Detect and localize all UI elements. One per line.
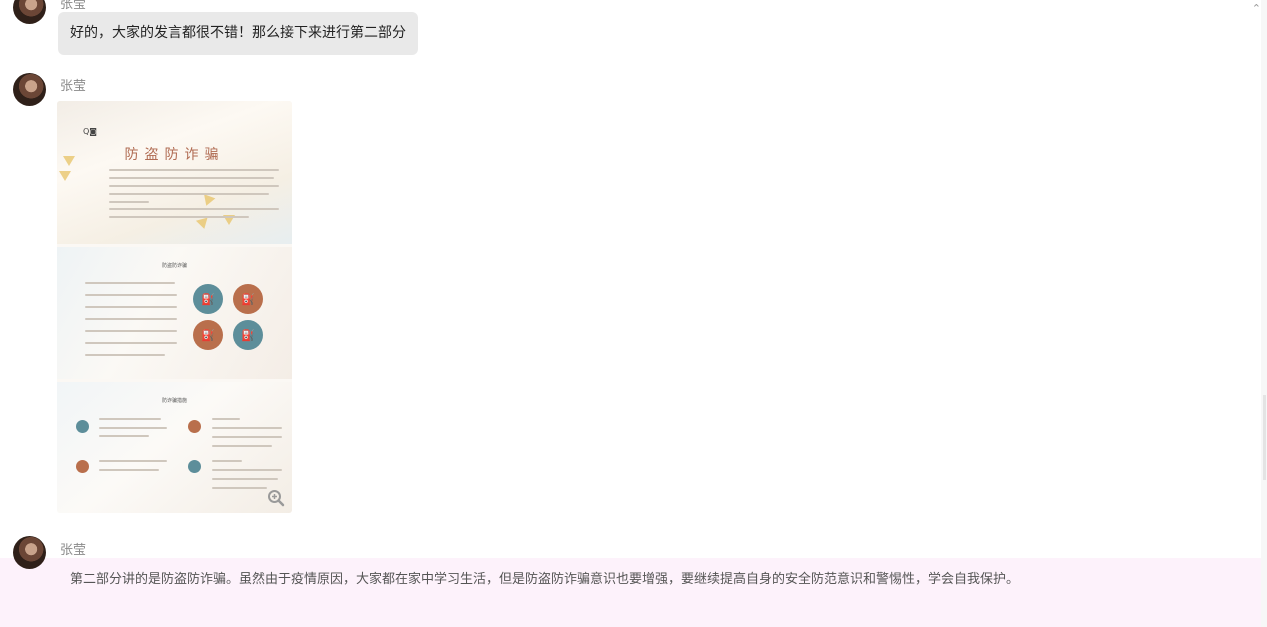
text-line <box>109 177 274 179</box>
text-line <box>85 282 175 284</box>
text-line <box>85 294 177 296</box>
logo-icon: Q◙ <box>83 127 98 136</box>
avatar[interactable] <box>13 0 46 24</box>
slide-2: 防盗防诈骗 ⛽ ⛽ ⛽ ⛽ <box>57 247 292 379</box>
text-line <box>85 330 177 332</box>
scrollbar[interactable] <box>1261 0 1267 627</box>
text-line <box>99 418 161 420</box>
slide-title: 防盗防诈骗 <box>124 147 225 163</box>
slide-3: 防诈骗措施 <box>57 382 292 513</box>
slide-title: 防诈骗措施 <box>161 398 187 404</box>
corner-mark: ⌃ <box>1251 2 1261 15</box>
image-message[interactable]: Q◙ 防盗防诈骗 防盗防诈骗 ⛽ ⛽ ⛽ ⛽ 防诈骗措施 <box>57 101 292 513</box>
text-line <box>85 318 177 320</box>
text-line <box>109 169 279 171</box>
oil-pump-icon: ⛽ <box>193 320 223 350</box>
text-line <box>99 469 159 471</box>
zoom-in-icon[interactable] <box>267 489 285 507</box>
text-line <box>109 208 279 210</box>
triangle-decoration-icon <box>59 171 71 181</box>
oil-pump-icon: ⛽ <box>193 284 223 314</box>
text-line <box>99 460 167 462</box>
slide-1: Q◙ 防盗防诈骗 <box>57 101 292 244</box>
triangle-decoration-icon <box>195 217 211 231</box>
bullet-icon <box>76 460 89 473</box>
message-bubble[interactable]: 好的，大家的发言都很不错！那么接下来进行第二部分 <box>58 12 418 55</box>
text-line <box>85 354 165 356</box>
text-line <box>99 427 167 429</box>
text-line <box>99 435 149 437</box>
scrollbar-thumb[interactable] <box>1263 395 1266 480</box>
bullet-icon <box>188 460 201 473</box>
text-line <box>109 193 269 195</box>
chat-panel: ⌃ 张莹 好的，大家的发言都很不错！那么接下来进行第二部分 张莹 Q◙ 防盗防诈… <box>0 0 1267 627</box>
text-line <box>212 460 242 462</box>
text-line <box>109 185 279 187</box>
sender-name: 张莹 <box>60 543 87 558</box>
triangle-decoration-icon <box>200 194 216 208</box>
text-line <box>212 469 282 471</box>
bullet-icon <box>76 420 89 433</box>
sender-name: 张莹 <box>60 0 87 12</box>
bullet-icon <box>188 420 201 433</box>
text-line <box>212 478 278 480</box>
text-line <box>85 342 177 344</box>
text-line <box>109 216 249 218</box>
avatar[interactable] <box>13 73 46 106</box>
slide-title: 防盗防诈骗 <box>161 263 187 269</box>
text-line <box>109 201 149 203</box>
text-line <box>212 436 282 438</box>
message-text[interactable]: 第二部分讲的是防盗防诈骗。虽然由于疫情原因，大家都在家中学习生活，但是防盗防诈骗… <box>70 568 1019 587</box>
avatar[interactable] <box>13 536 46 569</box>
triangle-decoration-icon <box>63 156 75 166</box>
text-line <box>212 427 282 429</box>
oil-pump-icon: ⛽ <box>233 284 263 314</box>
text-line <box>212 487 267 489</box>
sender-name: 张莹 <box>60 79 87 94</box>
oil-pump-icon: ⛽ <box>233 320 263 350</box>
text-line <box>212 445 272 447</box>
text-line <box>85 306 177 308</box>
text-line <box>212 418 240 420</box>
